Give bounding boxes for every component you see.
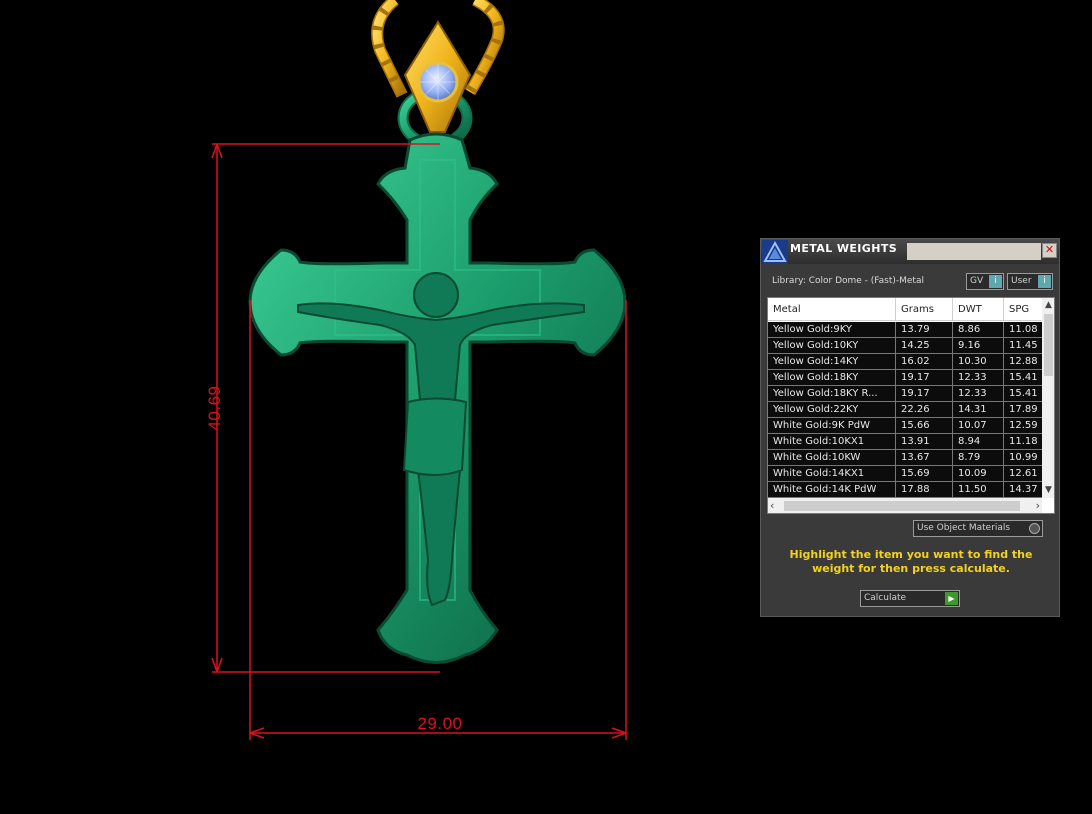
cell-metal: White Gold:10KW — [768, 450, 896, 465]
cell-dwt: 14.31 — [953, 402, 1004, 417]
column-header-dwt[interactable]: DWT — [953, 298, 1004, 321]
cell-metal: White Gold:10KX1 — [768, 434, 896, 449]
table-row[interactable]: Yellow Gold:22KY 22.26 14.31 17.89 — [768, 402, 1042, 418]
calculate-label: Calculate — [864, 593, 907, 603]
table-row[interactable]: White Gold:9K PdW 15.66 10.07 12.59 — [768, 418, 1042, 434]
scroll-up-icon[interactable]: ▲ — [1042, 298, 1054, 312]
cell-grams: 17.88 — [896, 482, 953, 497]
cell-spg: 10.99 — [1009, 452, 1038, 463]
cell-dwt: 9.16 — [953, 338, 1004, 353]
radio-icon[interactable] — [1029, 523, 1040, 534]
cell-dwt: 8.86 — [953, 322, 1004, 337]
scroll-left-icon[interactable]: ‹ — [770, 498, 774, 513]
cell-grams: 13.91 — [896, 434, 953, 449]
cell-grams: 15.69 — [896, 466, 953, 481]
vertical-scrollbar[interactable]: ▲ ▼ — [1042, 298, 1054, 498]
cell-dwt: 12.33 — [953, 370, 1004, 385]
cell-spg: 14.37 — [1009, 484, 1038, 495]
scroll-down-icon[interactable]: ▼ — [1042, 483, 1054, 497]
play-icon: ▶ — [945, 592, 958, 605]
library-label: Library: Color Dome - (Fast)-Metal — [772, 276, 924, 286]
table-row[interactable]: White Gold:10KW 13.67 8.79 10.99 — [768, 450, 1042, 466]
app-logo-icon — [762, 240, 788, 264]
cell-spg: 17.89 — [1009, 404, 1038, 415]
table-row[interactable]: Yellow Gold:14KY 16.02 10.30 12.88 — [768, 354, 1042, 370]
column-header-metal[interactable]: Metal — [768, 298, 896, 321]
cell-grams: 22.26 — [896, 402, 953, 417]
cell-metal: White Gold:9K PdW — [768, 418, 896, 433]
use-object-materials-label: Use Object Materials — [917, 523, 1011, 533]
cell-grams: 13.67 — [896, 450, 953, 465]
column-header-grams[interactable]: Grams — [896, 298, 953, 321]
table-row[interactable]: White Gold:10KX1 13.91 8.94 11.18 — [768, 434, 1042, 450]
cell-dwt: 10.30 — [953, 354, 1004, 369]
scroll-thumb[interactable] — [1044, 314, 1053, 376]
cell-grams: 19.17 — [896, 370, 953, 385]
cell-metal: Yellow Gold:18KY R... — [768, 386, 896, 401]
table-row[interactable]: Yellow Gold:18KY R... 19.17 12.33 15.41 — [768, 386, 1042, 402]
table-row[interactable]: White Gold:14KX1 15.69 10.09 12.61 — [768, 466, 1042, 482]
table-rows: Yellow Gold:9KY 13.79 8.86 11.08 Yellow Gol… — [768, 322, 1042, 498]
titlebar-fill — [907, 243, 1041, 260]
table-row[interactable]: Yellow Gold:18KY 19.17 12.33 15.41 — [768, 370, 1042, 386]
width-dimension-label: 29.00 — [417, 714, 463, 733]
cell-spg: 12.88 — [1009, 356, 1038, 367]
gv-button-label: GV — [970, 276, 984, 286]
cell-dwt: 8.94 — [953, 434, 1004, 449]
close-icon[interactable]: ✕ — [1042, 243, 1057, 258]
table-row[interactable]: White Gold:14K PdW 17.88 11.50 14.37 — [768, 482, 1042, 498]
cell-dwt: 11.50 — [953, 482, 1004, 497]
cell-spg: 11.45 — [1009, 340, 1038, 351]
cell-grams: 14.25 — [896, 338, 953, 353]
cell-grams: 15.66 — [896, 418, 953, 433]
cell-spg: 15.41 — [1009, 388, 1038, 399]
cell-metal: Yellow Gold:22KY — [768, 402, 896, 417]
panel-titlebar[interactable]: METAL WEIGHTS ✕ — [761, 239, 1059, 264]
cell-metal: Yellow Gold:9KY — [768, 322, 896, 337]
metal-weights-panel: METAL WEIGHTS ✕ Library: Color Dome - (F… — [760, 238, 1060, 617]
cell-grams: 13.79 — [896, 322, 953, 337]
cross-pendant[interactable] — [248, 132, 627, 664]
cell-metal: White Gold:14KX1 — [768, 466, 896, 481]
cell-spg: 12.59 — [1009, 420, 1038, 431]
use-object-materials-option[interactable]: Use Object Materials — [913, 520, 1043, 537]
user-button[interactable]: User i — [1007, 273, 1053, 290]
table-row[interactable]: Yellow Gold:9KY 13.79 8.86 11.08 — [768, 322, 1042, 338]
cell-dwt: 10.07 — [953, 418, 1004, 433]
user-button-label: User — [1011, 276, 1032, 286]
cell-metal: Yellow Gold:10KY — [768, 338, 896, 353]
cell-spg: 11.18 — [1009, 436, 1038, 447]
cell-dwt: 12.33 — [953, 386, 1004, 401]
cell-dwt: 10.09 — [953, 466, 1004, 481]
panel-title: METAL WEIGHTS — [790, 242, 898, 255]
cell-metal: White Gold:14K PdW — [768, 482, 896, 497]
table-header: Metal Grams DWT SPG — [768, 298, 1042, 321]
cell-metal: Yellow Gold:14KY — [768, 354, 896, 369]
height-dimension-label: 40.69 — [205, 385, 224, 431]
cell-grams: 16.02 — [896, 354, 953, 369]
instruction-text: Highlight the item you want to find the … — [789, 548, 1033, 575]
cell-dwt: 8.79 — [953, 450, 1004, 465]
metal-table: Metal Grams DWT SPG Yellow Gold:9KY 13.79… — [767, 297, 1055, 514]
cell-spg: 11.08 — [1009, 324, 1038, 335]
info-icon: i — [1038, 275, 1051, 288]
scroll-right-icon[interactable]: › — [1036, 498, 1040, 513]
gv-button[interactable]: GV i — [966, 273, 1004, 290]
cell-spg: 15.41 — [1009, 372, 1038, 383]
cell-metal: Yellow Gold:18KY — [768, 370, 896, 385]
horizontal-scrollbar[interactable]: ‹ › — [768, 498, 1042, 513]
bail-setting — [403, 20, 472, 133]
info-icon: i — [989, 275, 1002, 288]
table-row[interactable]: Yellow Gold:10KY 14.25 9.16 11.45 — [768, 338, 1042, 354]
scroll-thumb[interactable] — [784, 501, 1020, 511]
cell-grams: 19.17 — [896, 386, 953, 401]
calculate-button[interactable]: Calculate ▶ — [860, 590, 960, 607]
cell-spg: 12.61 — [1009, 468, 1038, 479]
